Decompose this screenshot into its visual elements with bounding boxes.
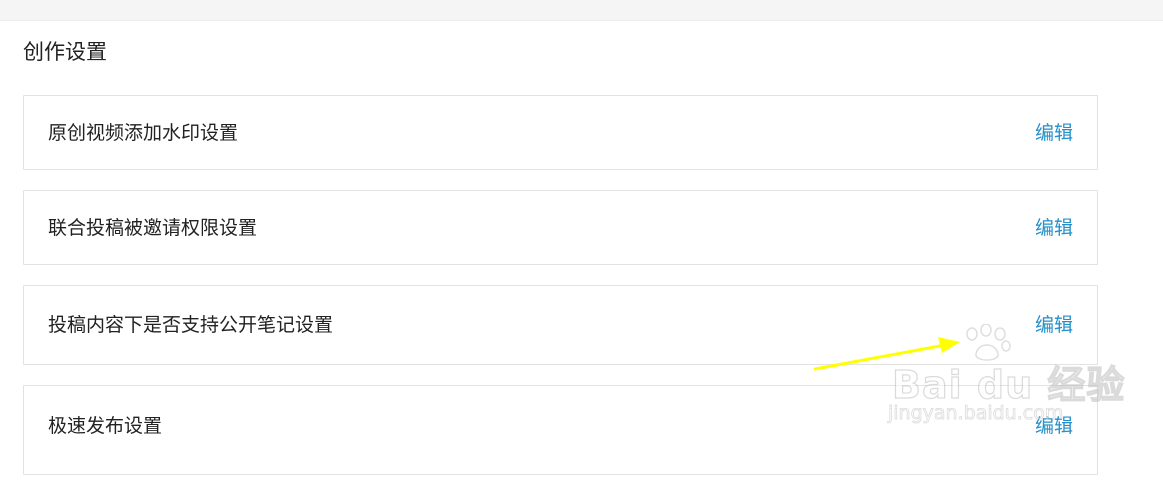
setting-row-watermark: 原创视频添加水印设置 编辑 (23, 95, 1098, 170)
section-title: 创作设置 (23, 40, 107, 64)
setting-label: 极速发布设置 (48, 415, 163, 437)
edit-link-public-notes[interactable]: 编辑 (1035, 312, 1073, 338)
edit-link-watermark[interactable]: 编辑 (1035, 120, 1073, 146)
setting-label: 原创视频添加水印设置 (48, 121, 239, 144)
edit-link-joint-submission[interactable]: 编辑 (1035, 215, 1073, 241)
setting-label: 投稿内容下是否支持公开笔记设置 (48, 314, 334, 336)
setting-row-public-notes: 投稿内容下是否支持公开笔记设置 编辑 (23, 285, 1098, 365)
settings-list: 原创视频添加水印设置 编辑 联合投稿被邀请权限设置 编辑 投稿内容下是否支持公开… (23, 95, 1098, 495)
top-bar (0, 0, 1163, 21)
setting-label: 联合投稿被邀请权限设置 (48, 216, 258, 239)
setting-row-fast-publish: 极速发布设置 编辑 (23, 385, 1098, 475)
edit-link-fast-publish[interactable]: 编辑 (1035, 413, 1073, 439)
setting-row-joint-submission: 联合投稿被邀请权限设置 编辑 (23, 190, 1098, 265)
